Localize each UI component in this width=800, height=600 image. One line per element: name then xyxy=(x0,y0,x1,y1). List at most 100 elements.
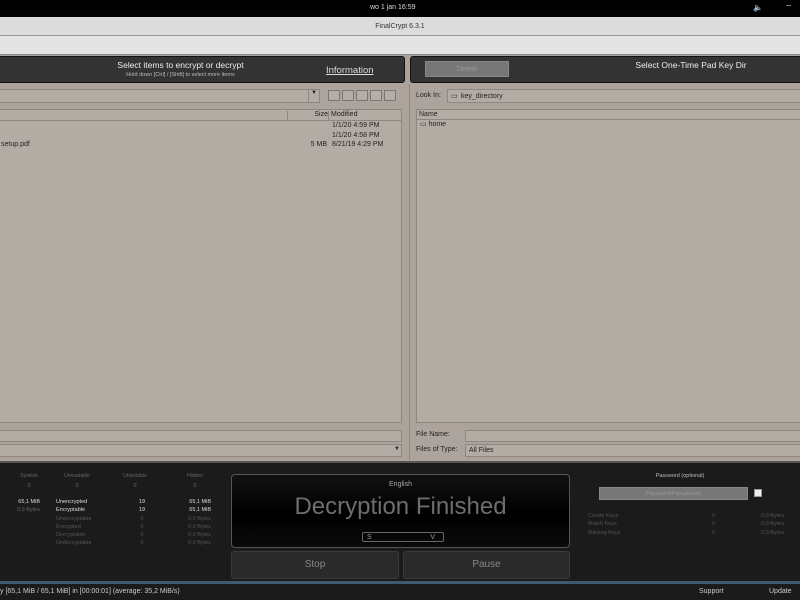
stat-count: 19 xyxy=(138,499,146,505)
speed-slider[interactable]: S V xyxy=(362,532,444,542)
stat-total: 0,0 Bytes xyxy=(188,515,211,522)
table-row[interactable]: 1/1/20 4:59 PM xyxy=(0,121,401,131)
file-modified: 1/1/20 4:59 PM xyxy=(332,122,380,129)
list-view-icon[interactable] xyxy=(370,90,382,101)
key-look-in-combo[interactable]: ▭ key_directory xyxy=(447,89,800,103)
key-stat-label: Missing Keys xyxy=(588,529,621,536)
stat-header-value: 0 xyxy=(27,483,31,489)
file-size: 5 MB xyxy=(310,141,327,148)
pause-button[interactable]: Pause xyxy=(403,551,570,579)
key-files-of-type-combo[interactable]: All Files xyxy=(465,444,800,457)
file-modified: 1/1/20 4:58 PM xyxy=(332,131,380,139)
stat-size: 0,0 Bytes xyxy=(17,507,40,514)
left-header-title: Select items to encrypt or decrypt xyxy=(117,60,244,70)
stat-total: 0,0 Bytes xyxy=(188,540,211,547)
password-label: Password (optional) xyxy=(655,473,705,479)
stat-count: 0 xyxy=(140,540,144,547)
stat-header: Symlink xyxy=(20,473,38,479)
key-stat-count: 0 xyxy=(712,529,716,536)
stat-row: Unencryptable 0 0,0 Bytes xyxy=(0,516,230,524)
stat-total: 0,0 Bytes xyxy=(188,523,211,530)
slider-min-label: S xyxy=(367,534,372,541)
folder-icon: ▭ xyxy=(451,93,458,100)
file-name-input[interactable] xyxy=(0,430,402,442)
modified-column[interactable]: Modified xyxy=(331,111,357,118)
stat-row: Decryptable 0 0,0 Bytes xyxy=(0,532,230,540)
slider-max-label: V xyxy=(430,534,435,541)
table-row[interactable]: setup.pdf 5 MB 8/21/19 4:29 PM xyxy=(0,140,401,150)
stat-header: Unreadable xyxy=(64,473,90,479)
file-list[interactable]: Size Modified 1/1/20 4:59 PM 1/1/20 4:58 … xyxy=(0,109,402,423)
key-stat-size: 0,0 Bytes xyxy=(761,529,784,536)
language-label[interactable]: English xyxy=(232,481,569,488)
stat-header-value: 0 xyxy=(133,483,137,489)
file-modified: 8/21/19 4:29 PM xyxy=(332,141,384,148)
window-title-bar: FinalCrypt 6.3.1 xyxy=(0,17,800,36)
status-message: y [65,1 MiB / 65,1 MiB] in [00:00:01] (a… xyxy=(0,588,180,595)
stat-label: Decryptable xyxy=(56,532,86,539)
key-file-name-input[interactable] xyxy=(465,430,800,442)
password-checkbox[interactable] xyxy=(754,489,762,497)
right-header: Delete Select One-Time Pad Key Dir xyxy=(410,56,800,83)
file-name-label: File Name: xyxy=(416,431,450,438)
look-in-combo[interactable]: ▼ xyxy=(0,89,320,103)
stat-row: 0,0 Bytes Encryptable 19 65,1 MiB xyxy=(0,507,230,515)
chevron-down-icon[interactable]: ▼ xyxy=(394,446,400,452)
stat-count: 0 xyxy=(140,523,144,530)
stats-left: Symlink Unreadable Unwritable Hidden 0 0 0 0 65… xyxy=(0,473,230,549)
new-folder-icon[interactable] xyxy=(356,90,368,101)
stat-total: 0,0 Bytes xyxy=(188,532,211,539)
stat-label: Unencryptable xyxy=(56,515,92,522)
stat-count: 0 xyxy=(140,515,144,522)
key-stat-row: Missing Keys 0 0,0 Bytes xyxy=(588,530,788,538)
stat-header-value: 0 xyxy=(75,483,79,489)
stat-header: Unwritable xyxy=(123,473,147,479)
look-in-value: key_directory xyxy=(461,93,503,100)
file-list-header: Size Modified xyxy=(0,110,401,121)
key-stat-count: 0 xyxy=(712,513,716,519)
stat-label: Encrypted xyxy=(56,523,81,530)
key-stat-label: Create Keys xyxy=(588,513,619,519)
chevron-down-icon[interactable]: ▼ xyxy=(308,90,319,102)
support-link[interactable]: Support xyxy=(699,588,724,595)
password-input[interactable]: Password/Passphrase xyxy=(599,487,748,500)
stat-row: 65,1 MiB Unencrypted 19 65,1 MiB xyxy=(0,499,230,507)
speaker-icon[interactable]: 🔈 xyxy=(753,3,763,12)
folder-icon: ▭ xyxy=(420,121,429,128)
toolbar xyxy=(0,36,800,55)
files-of-type-label: Files of Type: xyxy=(416,446,458,453)
look-in-label: Look In: xyxy=(416,92,441,99)
stat-count: 0 xyxy=(140,532,144,539)
update-link[interactable]: Update xyxy=(769,588,792,595)
status-display: English Decryption Finished S V xyxy=(231,474,570,548)
files-of-type-combo[interactable]: ▼ xyxy=(0,444,402,457)
up-folder-icon[interactable] xyxy=(328,90,340,101)
details-view-icon[interactable] xyxy=(384,90,396,101)
home-icon[interactable] xyxy=(342,90,354,101)
delete-button[interactable]: Delete xyxy=(425,61,509,77)
clock[interactable]: wo 1 jan 16:59 xyxy=(370,4,416,11)
information-link[interactable]: Information xyxy=(326,65,374,76)
stat-row: Undecryptable 0 0,0 Bytes xyxy=(0,540,230,548)
stat-label: Undecryptable xyxy=(56,540,92,547)
stat-header-value: 0 xyxy=(193,483,197,489)
stat-total: 65,1 MiB xyxy=(189,499,211,505)
name-column[interactable]: Name xyxy=(417,110,800,120)
key-stat-size: 0,0 Bytes xyxy=(761,513,784,519)
right-key-browser: Look In: ▭ key_directory Name ▭ home Fil… xyxy=(409,84,800,460)
wifi-icon[interactable]: ⌔ xyxy=(785,3,793,13)
key-file-list[interactable]: Name ▭ home xyxy=(416,109,800,423)
key-stat-label: Match Keys xyxy=(588,521,617,528)
window-title: FinalCrypt 6.3.1 xyxy=(375,23,425,30)
stop-button[interactable]: Stop xyxy=(231,551,399,579)
stat-label: Encryptable xyxy=(56,507,86,514)
status-bar: y [65,1 MiB / 65,1 MiB] in [00:00:01] (a… xyxy=(0,581,800,600)
stat-size: 65,1 MiB xyxy=(18,499,40,505)
view-buttons xyxy=(326,90,396,103)
left-header-subtitle: Hold down [Ctrl] / [Shift] to select mor… xyxy=(126,72,235,78)
left-header: Select items to encrypt or decrypt Hold … xyxy=(0,56,405,83)
table-row[interactable]: 1/1/20 4:58 PM xyxy=(0,131,401,141)
size-column[interactable]: Size xyxy=(287,111,329,120)
list-item[interactable]: ▭ home xyxy=(417,120,800,129)
stat-label: Unencrypted xyxy=(56,499,88,505)
